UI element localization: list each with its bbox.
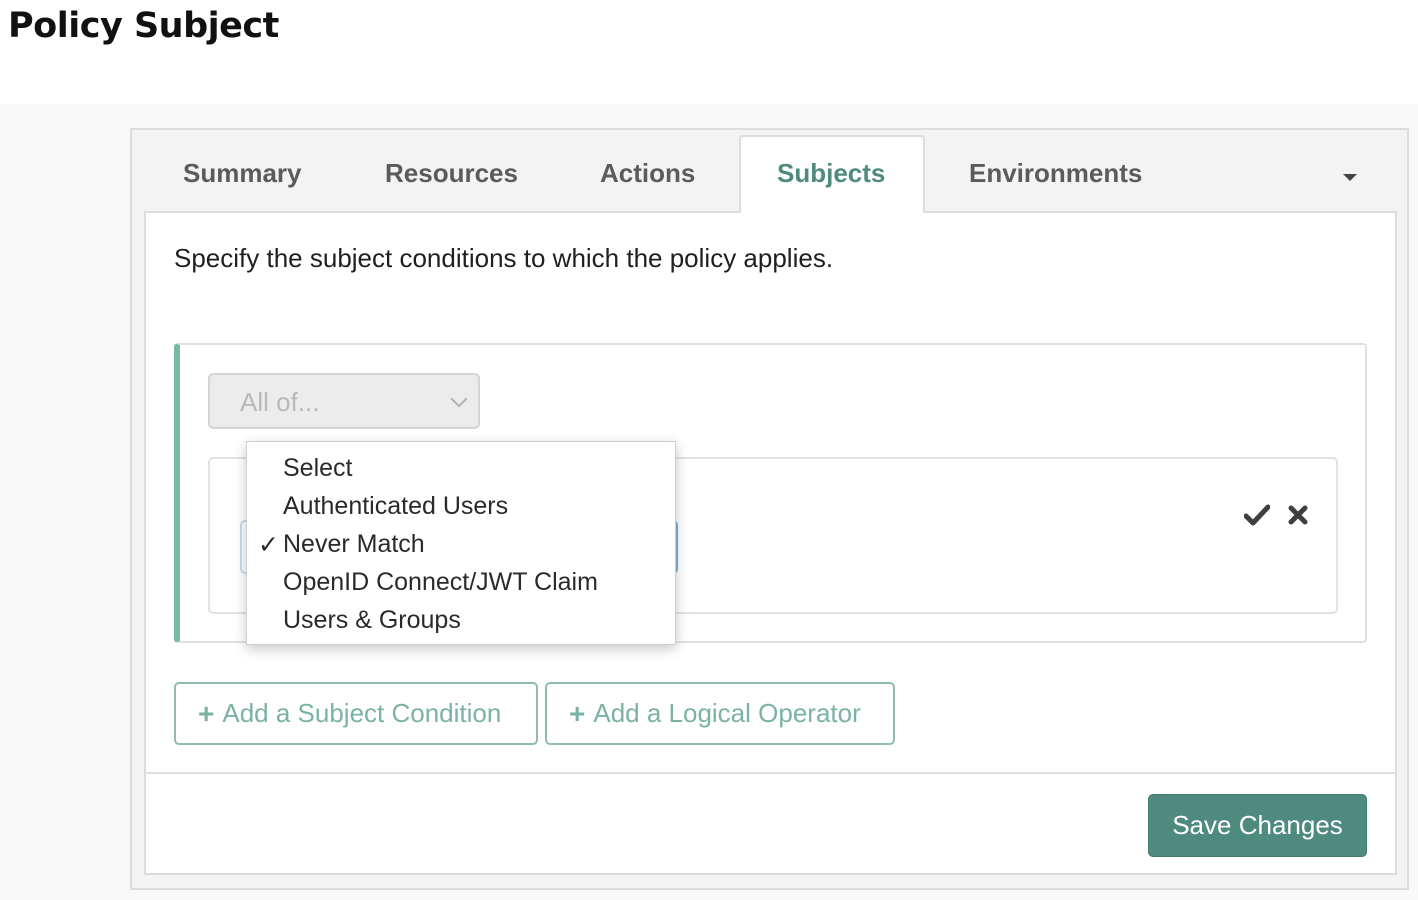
footer-divider [146, 772, 1395, 774]
dropdown-option-users-groups[interactable]: Users & Groups [283, 606, 461, 635]
close-icon[interactable] [1283, 498, 1313, 532]
tab-resources[interactable]: Resources [385, 158, 518, 189]
tabs-overflow-caret-icon[interactable] [1343, 174, 1357, 181]
add-logical-operator-label: Add a Logical Operator [593, 698, 861, 728]
page-title: Policy Subject [8, 6, 279, 46]
dropdown-option-never-match[interactable]: Never Match [283, 530, 425, 559]
selected-check-icon: ✓ [258, 531, 279, 559]
dropdown-option-openid-connect-jwt-claim[interactable]: OpenID Connect/JWT Claim [283, 568, 598, 597]
tab-subjects[interactable]: Subjects [777, 158, 885, 189]
add-logical-operator-button[interactable]: + Add a Logical Operator [545, 682, 895, 745]
tab-environments[interactable]: Environments [969, 158, 1142, 189]
plus-icon: + [198, 697, 215, 729]
add-subject-condition-label: Add a Subject Condition [222, 698, 502, 728]
condition-type-dropdown: Select Authenticated Users ✓ Never Match… [246, 441, 676, 645]
plus-icon: + [569, 697, 586, 729]
tab-active-connector [741, 209, 923, 215]
logical-operator-select-value: All of... [240, 387, 320, 417]
save-changes-button[interactable]: Save Changes [1148, 794, 1367, 857]
dropdown-option-authenticated-users[interactable]: Authenticated Users [283, 492, 508, 521]
add-subject-condition-button[interactable]: + Add a Subject Condition [174, 682, 538, 745]
tab-actions[interactable]: Actions [600, 158, 695, 189]
dropdown-option-select[interactable]: Select [283, 454, 352, 483]
check-icon[interactable] [1242, 498, 1272, 532]
subjects-description: Specify the subject conditions to which … [174, 243, 834, 273]
tab-summary[interactable]: Summary [183, 158, 302, 189]
